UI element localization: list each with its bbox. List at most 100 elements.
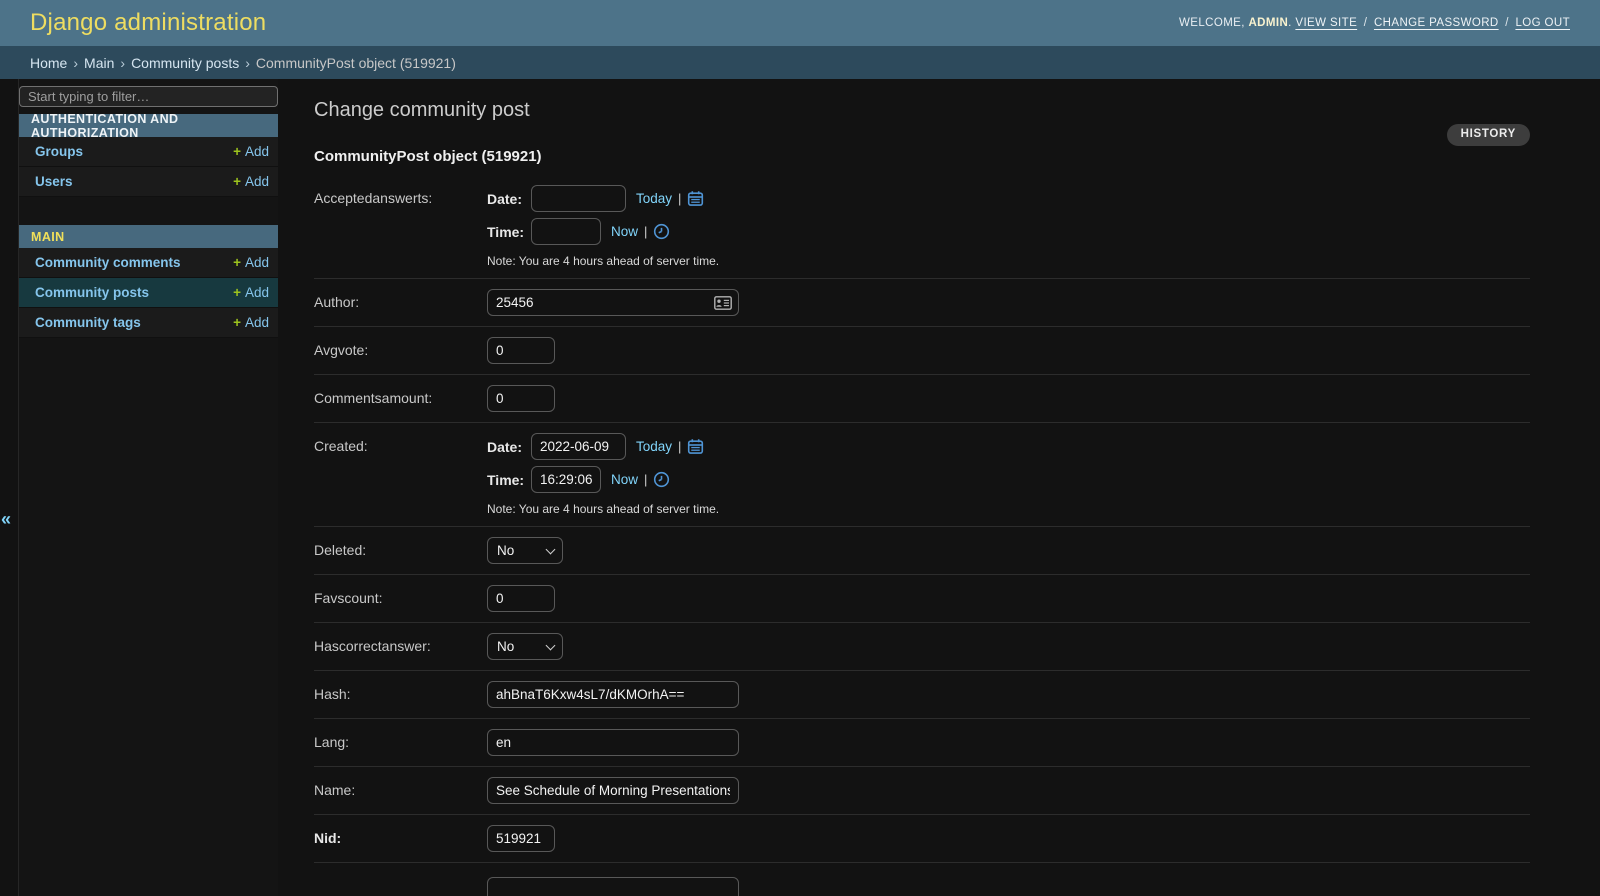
created-time-input[interactable] (531, 466, 601, 493)
hash-input[interactable] (487, 681, 739, 708)
add-community-tags-link[interactable]: +Add (233, 315, 269, 330)
users-link[interactable]: Users (35, 174, 73, 189)
sidebar-toggle-strip: « (0, 79, 18, 896)
community-tags-link[interactable]: Community tags (35, 315, 141, 330)
breadcrumb-model[interactable]: Community posts (131, 55, 239, 71)
field-label: Hascorrectanswer: (314, 633, 487, 654)
nid-input[interactable] (487, 825, 555, 852)
breadcrumb-current: CommunityPost object (519921) (256, 55, 456, 71)
community-comments-link[interactable]: Community comments (35, 255, 181, 270)
plus-icon: + (233, 255, 241, 270)
today-shortcut-link[interactable]: Today (636, 439, 672, 454)
sidebar-item-community-tags[interactable]: Community tags +Add (19, 308, 278, 338)
clock-icon[interactable] (653, 471, 670, 488)
user-tools: WELCOME, ADMIN. VIEW SITE / CHANGE PASSW… (1179, 17, 1570, 29)
field-label: Commentsamount: (314, 385, 487, 406)
change-password-link[interactable]: CHANGE PASSWORD (1374, 17, 1499, 29)
breadcrumb-separator: › (245, 55, 250, 71)
form-row-avgvote: Avgvote: (314, 327, 1530, 375)
module-main: MAIN Community comments +Add Community p… (19, 225, 278, 338)
field-label (314, 877, 487, 882)
sidebar-collapse-icon[interactable]: « (1, 509, 11, 530)
now-shortcut-link[interactable]: Now (611, 224, 638, 239)
author-input[interactable] (487, 289, 739, 316)
favscount-input[interactable] (487, 585, 555, 612)
form-row-created: Created: Date: Today | (314, 423, 1530, 527)
view-site-link[interactable]: VIEW SITE (1295, 17, 1357, 29)
form-row-deleted: Deleted: No (314, 527, 1530, 575)
add-label: Add (245, 255, 269, 270)
field-label: Author: (314, 289, 487, 310)
hascorrectanswer-select[interactable]: No (487, 633, 563, 660)
shortcut-separator: | (678, 439, 681, 454)
timezone-note: Note: You are 4 hours ahead of server ti… (487, 254, 719, 268)
now-shortcut-link[interactable]: Now (611, 472, 638, 487)
breadcrumb-home[interactable]: Home (30, 55, 67, 71)
form-row-hash: Hash: (314, 671, 1530, 719)
add-groups-link[interactable]: +Add (233, 144, 269, 159)
commentsamount-input[interactable] (487, 385, 555, 412)
object-tools: HISTORY (314, 124, 1530, 146)
nav-sidebar: AUTHENTICATION AND AUTHORIZATION Groups … (18, 79, 278, 896)
related-lookup-icon[interactable] (714, 296, 732, 310)
date-label: Date: (487, 191, 531, 207)
clock-icon[interactable] (653, 223, 670, 240)
sidebar-item-community-comments[interactable]: Community comments + Add (19, 248, 278, 278)
site-title[interactable]: Django administration (30, 9, 266, 37)
calendar-icon[interactable] (687, 438, 704, 455)
sidebar-item-community-posts[interactable]: Community posts +Add (19, 278, 278, 308)
add-users-link[interactable]: +Add (233, 174, 269, 189)
log-out-link[interactable]: LOG OUT (1515, 17, 1570, 29)
form-row-partial (314, 863, 1530, 896)
field-label: Acceptedanswerts: (314, 185, 487, 206)
date-label: Date: (487, 439, 531, 455)
sidebar-filter-input[interactable] (19, 86, 278, 107)
app-header: Django administration WELCOME, ADMIN. VI… (0, 0, 1600, 46)
form-row-commentsamount: Commentsamount: (314, 375, 1530, 423)
form-row-acceptedanswerts: Acceptedanswerts: Date: Today | (314, 175, 1530, 279)
plus-icon: + (233, 174, 241, 189)
today-shortcut-link[interactable]: Today (636, 191, 672, 206)
acceptedanswerts-date-input[interactable] (531, 185, 626, 212)
next-field-input[interactable] (487, 877, 739, 896)
username: ADMIN (1248, 17, 1288, 29)
timezone-note: Note: You are 4 hours ahead of server ti… (487, 502, 719, 516)
acceptedanswerts-time-input[interactable] (531, 218, 601, 245)
add-label: Add (245, 285, 269, 300)
field-label: Lang: (314, 729, 487, 750)
breadcrumb-app[interactable]: Main (84, 55, 114, 71)
field-label: Created: (314, 433, 487, 454)
link-separator: / (1505, 17, 1509, 29)
add-label: Add (245, 315, 269, 330)
welcome-period: . (1288, 17, 1292, 29)
history-button[interactable]: HISTORY (1447, 124, 1530, 146)
field-label: Favscount: (314, 585, 487, 606)
community-posts-link[interactable]: Community posts (35, 285, 149, 300)
groups-link[interactable]: Groups (35, 144, 83, 159)
module-auth: AUTHENTICATION AND AUTHORIZATION Groups … (19, 114, 278, 197)
sidebar-item-users[interactable]: Users +Add (19, 167, 278, 197)
field-label: Hash: (314, 681, 487, 702)
module-auth-caption: AUTHENTICATION AND AUTHORIZATION (19, 114, 278, 137)
change-form: Acceptedanswerts: Date: Today | (314, 175, 1530, 896)
name-input[interactable] (487, 777, 739, 804)
form-row-favscount: Favscount: (314, 575, 1530, 623)
welcome-text: WELCOME, (1179, 17, 1245, 29)
page-title: Change community post (314, 99, 1530, 122)
deleted-select[interactable]: No (487, 537, 563, 564)
object-title: CommunityPost object (519921) (314, 148, 1530, 165)
time-label: Time: (487, 224, 531, 240)
created-date-input[interactable] (531, 433, 626, 460)
link-separator: / (1364, 17, 1368, 29)
add-community-posts-link[interactable]: +Add (233, 285, 269, 300)
breadcrumb: Home › Main › Community posts › Communit… (0, 46, 1600, 79)
field-label: Nid: (314, 825, 487, 846)
add-community-comments-link[interactable]: + Add (233, 255, 269, 270)
breadcrumb-separator: › (73, 55, 78, 71)
lang-input[interactable] (487, 729, 739, 756)
calendar-icon[interactable] (687, 190, 704, 207)
field-label: Deleted: (314, 537, 487, 558)
avgvote-input[interactable] (487, 337, 555, 364)
time-label: Time: (487, 472, 531, 488)
sidebar-item-groups[interactable]: Groups +Add (19, 137, 278, 167)
